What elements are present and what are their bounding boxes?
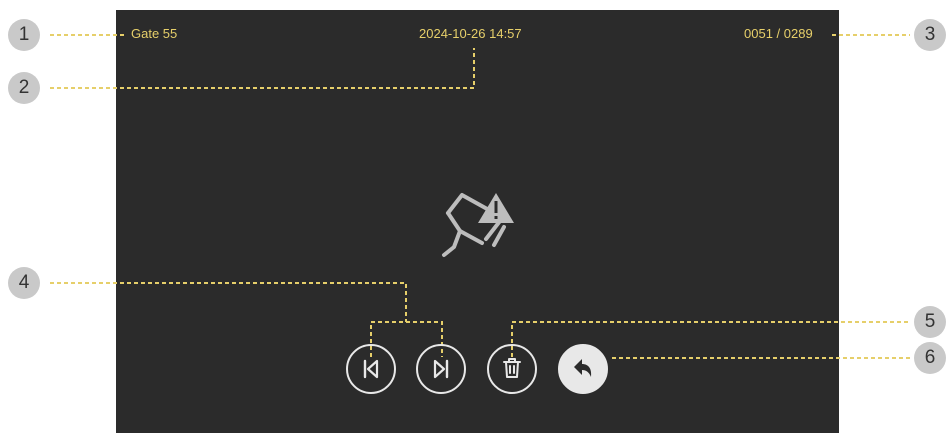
- callout-5: 5: [914, 306, 946, 338]
- callout-6: 6: [914, 342, 946, 374]
- callout-2: 2: [8, 72, 40, 104]
- skip-next-icon: [433, 359, 449, 379]
- back-button[interactable]: [558, 344, 608, 394]
- back-arrow-icon: [574, 359, 592, 377]
- camera-no-signal-warning-icon: [442, 193, 514, 257]
- callout-1: 1: [8, 19, 40, 51]
- trash-icon: [503, 358, 521, 378]
- callout-3: 3: [914, 19, 946, 51]
- next-button[interactable]: [416, 344, 466, 394]
- previous-button[interactable]: [346, 344, 396, 394]
- delete-button[interactable]: [487, 344, 537, 394]
- callout-4: 4: [8, 267, 40, 299]
- skip-previous-icon: [363, 359, 379, 379]
